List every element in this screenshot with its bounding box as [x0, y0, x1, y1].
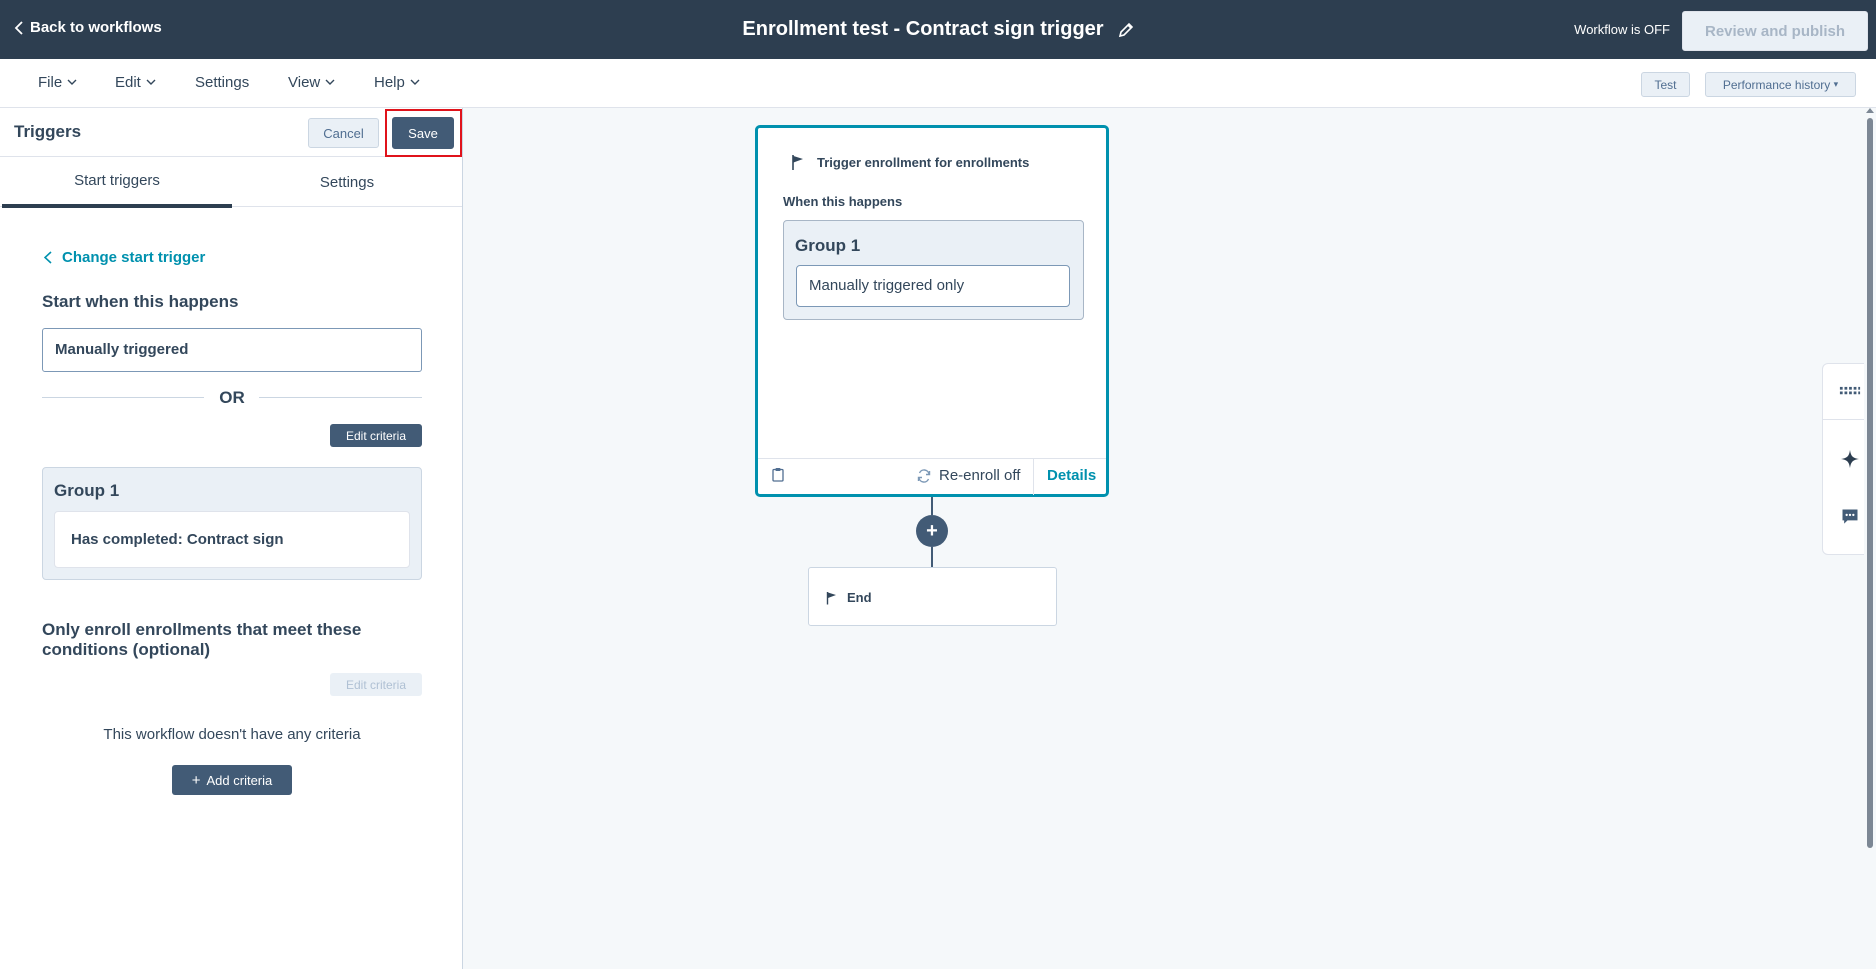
- trigger-card-group: Group 1 Manually triggered only: [783, 220, 1084, 320]
- clipboard-icon[interactable]: [772, 467, 784, 482]
- card-group-label: Group 1: [795, 236, 861, 255]
- menu-file[interactable]: File: [38, 74, 77, 91]
- chat-icon[interactable]: [1838, 505, 1862, 529]
- refresh-icon: [917, 468, 931, 483]
- panel-tabs: Start triggers Settings: [0, 157, 462, 208]
- plus-icon: +: [191, 771, 201, 789]
- trigger-card-footer: Re-enroll off Details: [758, 458, 1106, 495]
- plus-icon: +: [926, 519, 938, 542]
- edit-criteria-button[interactable]: Edit criteria: [330, 424, 422, 447]
- start-trigger-field[interactable]: Manually triggered: [42, 328, 422, 372]
- scroll-up-arrow[interactable]: [1866, 108, 1874, 113]
- tab-settings[interactable]: Settings: [232, 157, 462, 207]
- review-and-publish-button[interactable]: Review and publish: [1682, 11, 1868, 51]
- connector-line: [931, 547, 933, 567]
- tab-start-triggers[interactable]: Start triggers: [2, 157, 232, 208]
- sparkle-icon[interactable]: [1838, 447, 1862, 471]
- chevron-left-icon: [44, 251, 52, 264]
- panel-header: Triggers Cancel Save: [0, 108, 462, 157]
- chevron-down-icon: [146, 79, 156, 85]
- menu-help[interactable]: Help: [374, 74, 420, 91]
- group-criterion[interactable]: Has completed: Contract sign: [54, 511, 410, 568]
- connector-line: [931, 497, 933, 515]
- edit-optional-criteria-button[interactable]: Edit criteria: [330, 673, 422, 696]
- re-enroll-toggle[interactable]: Re-enroll off: [917, 467, 1020, 484]
- save-button[interactable]: Save: [392, 117, 454, 149]
- panel-title: Triggers: [14, 122, 82, 141]
- trigger-card[interactable]: Trigger enrollment for enrollments When …: [755, 125, 1109, 497]
- start-heading: Start when this happens: [42, 292, 239, 311]
- workflow-title: Enrollment test - Contract sign trigger: [742, 18, 1133, 41]
- trigger-card-header: Trigger enrollment for enrollments: [791, 154, 1029, 171]
- cancel-button[interactable]: Cancel: [308, 118, 379, 148]
- add-action-button[interactable]: +: [916, 515, 948, 547]
- criteria-group: Group 1 Has completed: Contract sign: [42, 467, 422, 580]
- end-node[interactable]: End: [808, 567, 1057, 626]
- no-criteria-text: This workflow doesn't have any criteria: [103, 726, 361, 743]
- flag-icon: [826, 591, 836, 604]
- group-label: Group 1: [54, 481, 120, 500]
- test-button[interactable]: Test: [1641, 72, 1690, 97]
- chevron-down-icon: [325, 79, 335, 85]
- menu-settings[interactable]: Settings: [195, 74, 249, 91]
- top-header: Back to workflows Enrollment test - Cont…: [0, 0, 1876, 59]
- workflow-status: Workflow is OFF: [1574, 22, 1670, 37]
- chevron-down-icon: [410, 79, 420, 85]
- menu-bar: File Edit Settings View Help Test Perfor…: [0, 59, 1876, 108]
- change-start-trigger-link[interactable]: Change start trigger: [44, 249, 205, 266]
- back-label: Back to workflows: [30, 19, 162, 36]
- card-group-criterion[interactable]: Manually triggered only: [796, 265, 1070, 307]
- scroll-thumb[interactable]: [1867, 118, 1873, 848]
- workflow-title-text: Enrollment test - Contract sign trigger: [742, 18, 1104, 40]
- flag-icon: [792, 155, 803, 170]
- end-label: End: [847, 590, 872, 605]
- keyboard-icon[interactable]: [1838, 379, 1862, 403]
- chevron-down-icon: [67, 79, 77, 85]
- chevron-left-icon: [14, 20, 23, 35]
- add-criteria-button[interactable]: + Add criteria: [172, 765, 292, 795]
- triggers-panel: Triggers Cancel Save Start triggers Sett…: [0, 108, 463, 969]
- details-link[interactable]: Details: [1047, 467, 1096, 484]
- caret-down-icon: ▾: [1833, 79, 1839, 89]
- when-this-happens-label: When this happens: [783, 194, 903, 209]
- optional-conditions-heading: Only enroll enrollments that meet these …: [42, 620, 362, 659]
- menu-edit[interactable]: Edit: [115, 74, 156, 91]
- canvas-scrollbar[interactable]: [1864, 108, 1876, 969]
- pencil-icon[interactable]: [1118, 22, 1134, 38]
- back-to-workflows-link[interactable]: Back to workflows: [14, 19, 162, 36]
- or-label: OR: [219, 388, 245, 407]
- menu-view[interactable]: View: [288, 74, 335, 91]
- performance-history-button[interactable]: Performance history ▾: [1705, 72, 1856, 97]
